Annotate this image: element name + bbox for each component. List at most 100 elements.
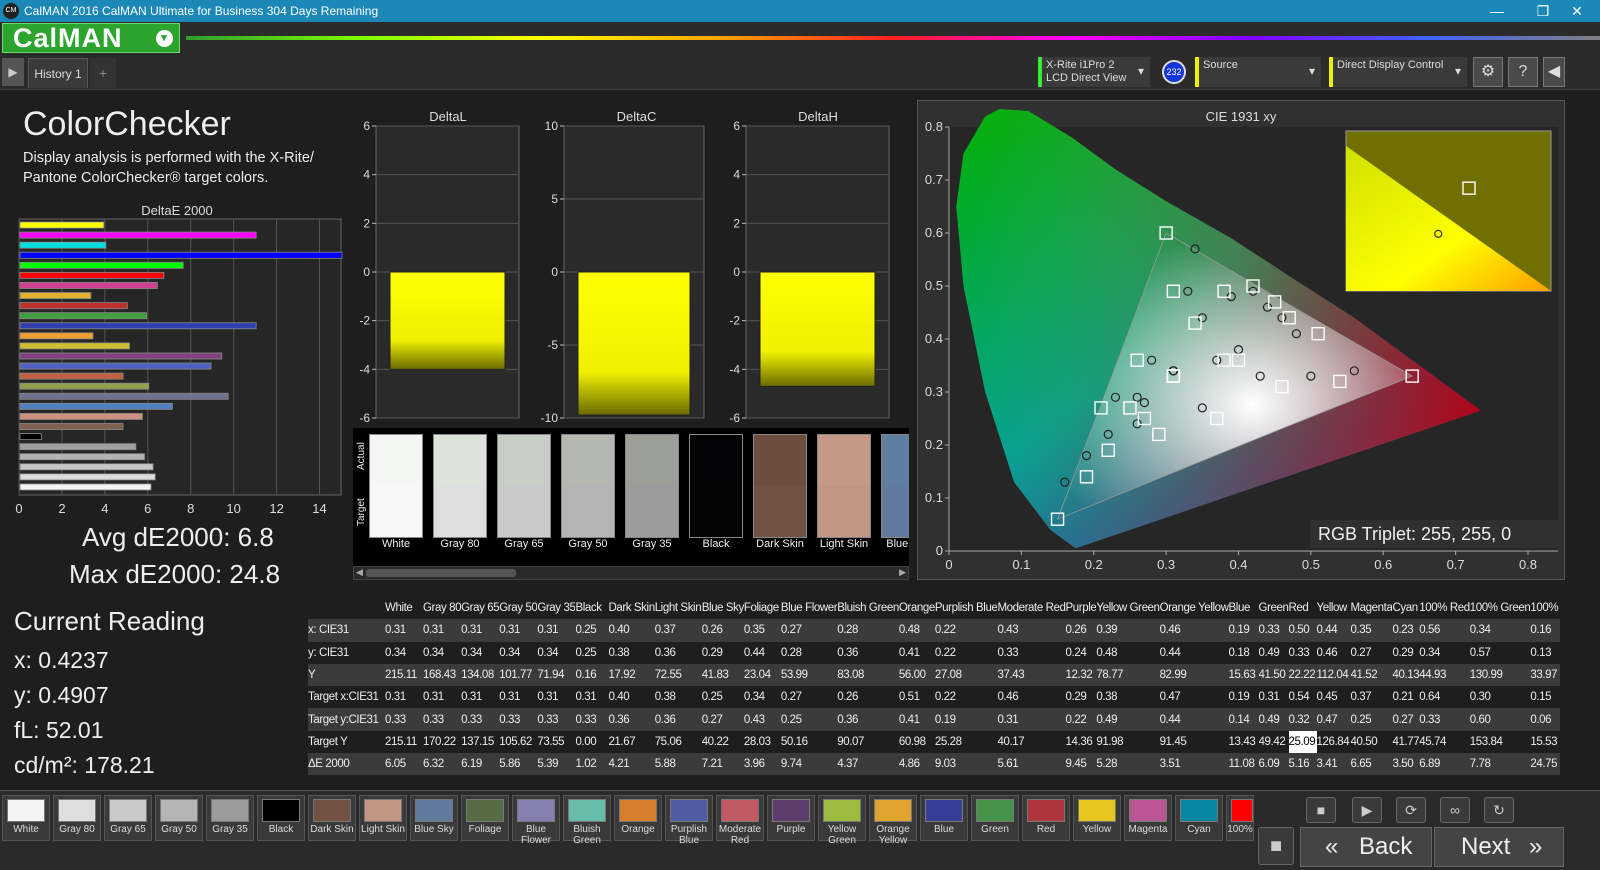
patch-label: Yellow <box>1082 824 1112 835</box>
deltac-chart: 10 5 0 -5 -10 <box>541 119 705 425</box>
source-device-selector[interactable]: Source ▾ <box>1195 57 1321 87</box>
column-header: Magenta <box>1350 597 1393 620</box>
bottom-scrollbar[interactable] <box>0 855 1255 869</box>
deltae-bar <box>19 483 152 491</box>
table-cell: 53.99 <box>780 663 838 687</box>
patch-button[interactable]: Light Skin <box>359 795 407 841</box>
patch-button[interactable]: Foliage <box>461 795 509 841</box>
table-cell: 5.28 <box>1096 753 1160 776</box>
table-cell: 0.56 <box>1419 619 1470 642</box>
source-name: Source <box>1203 59 1238 71</box>
patch-button[interactable]: Cyan <box>1175 795 1223 841</box>
table-cell: 0.31 <box>423 619 462 642</box>
refresh-button[interactable]: ↻ <box>1484 797 1514 823</box>
patch-button[interactable]: Blue Sky <box>410 795 458 841</box>
meter-device-selector[interactable]: X-Rite i1Pro 2 LCD Direct View ▾ <box>1038 57 1150 87</box>
patch-button[interactable]: Dark Skin <box>308 795 356 841</box>
patch-color <box>1231 799 1253 822</box>
tab-history-1[interactable]: History 1 <box>28 58 88 88</box>
patch-button[interactable]: Green <box>971 795 1019 841</box>
swatch-pair <box>497 434 551 538</box>
patch-button[interactable]: Purple <box>767 795 815 841</box>
settings-button[interactable]: ⚙ <box>1473 57 1503 87</box>
window-title: CalMAN 2016 CalMAN Ultimate for Business… <box>24 4 379 18</box>
table-cell: 4.37 <box>837 753 899 776</box>
table-cell: 0.22 <box>934 646 956 659</box>
patch-button[interactable]: Moderate Red <box>716 795 764 846</box>
table-cell: 0.33 <box>1258 619 1289 642</box>
table-cell: 0.06 <box>1530 708 1561 731</box>
play-button[interactable]: ▶ <box>1352 797 1382 823</box>
table-cell: 0.31 <box>461 619 500 642</box>
swatch-scrollbar[interactable]: ◀ ▶ <box>353 566 909 580</box>
table-cell: 0.31 <box>537 619 576 642</box>
table-cell: 0.33 <box>499 708 538 731</box>
deltae-bar <box>19 443 137 451</box>
patch-button[interactable]: White <box>2 795 50 841</box>
table-cell: 27.08 <box>934 663 998 687</box>
table-cell: 0.34 <box>743 691 765 704</box>
table-cell: 0.33 <box>997 646 1019 659</box>
table-cell: 41.77 <box>1392 735 1420 748</box>
patch-button[interactable]: Red <box>1022 795 1070 841</box>
patch-button[interactable]: Magenta <box>1124 795 1172 841</box>
collapse-icon: ◀ <box>1547 63 1561 80</box>
calman-logo-menu[interactable]: CalMAN ▾ <box>2 23 180 53</box>
table-cell: 9.45 <box>1065 753 1097 776</box>
table-row: ΔE 2000 6.05 6.32 6.19 5.86 5.39 1.02 4.21 5.88 7… <box>308 753 1561 776</box>
table-cell: 0.26 <box>1065 619 1097 642</box>
patch-button[interactable]: Gray 35 <box>206 795 254 841</box>
stop-button[interactable]: ■ <box>1306 797 1336 823</box>
y-tick-label: 2 <box>363 216 370 230</box>
add-tab-button[interactable]: + <box>90 58 116 88</box>
table-cell: 9.03 <box>934 753 998 776</box>
back-button[interactable]: « Back <box>1300 827 1432 867</box>
patch-button[interactable]: Gray 65 <box>104 795 152 841</box>
table-cell: 0.25 <box>701 691 723 704</box>
patch-button[interactable]: Gray 50 <box>155 795 203 841</box>
patch-button[interactable]: Yellow <box>1073 795 1121 841</box>
deltae-bar <box>19 362 212 370</box>
table-cell: 7.78 <box>1469 753 1531 776</box>
y-tick-label: 0.4 <box>925 331 943 346</box>
table-cell: 0.24 <box>1065 646 1087 659</box>
minimize-button[interactable]: — <box>1474 0 1520 22</box>
continuous-button[interactable]: ∞ <box>1440 797 1470 823</box>
patch-color <box>874 799 912 822</box>
stop-large-button[interactable]: ■ <box>1258 827 1294 865</box>
table-cell: 0.33 <box>1288 646 1310 659</box>
patch-button[interactable]: Bluish Green <box>563 795 611 846</box>
patch-color <box>823 799 861 822</box>
patch-button[interactable]: Yellow Green <box>818 795 866 846</box>
display-device-selector[interactable]: Direct Display Control ▾ <box>1329 57 1467 87</box>
target-color <box>626 486 678 537</box>
table-cell: 71.94 <box>537 663 576 687</box>
column-header: Yellow <box>1316 597 1351 620</box>
swatch-pair <box>881 434 909 538</box>
patch-button[interactable]: Blue Flower <box>512 795 560 846</box>
column-header: Red <box>1288 597 1317 620</box>
deltae-bar <box>19 372 124 380</box>
actual-color <box>370 435 422 486</box>
patch-button[interactable]: Gray 80 <box>53 795 101 841</box>
table-cell: 75.06 <box>654 735 682 748</box>
x-tick-label: 0.6 <box>1374 557 1392 572</box>
deltae-bar <box>19 261 184 269</box>
patch-button[interactable]: Purplish Blue <box>665 795 713 846</box>
table-cell: 91.45 <box>1159 735 1187 748</box>
next-button[interactable]: Next » <box>1434 827 1564 867</box>
workflow-expand-button[interactable]: ▶ <box>2 58 24 86</box>
table-cell: 40.17 <box>997 735 1025 748</box>
collapse-panel-button[interactable]: ◀ <box>1543 57 1565 87</box>
loop-button[interactable]: ⟳ <box>1396 797 1426 823</box>
patch-button[interactable]: 100% <box>1226 795 1254 841</box>
swatch-label: Gray 50 <box>568 538 608 550</box>
patch-button[interactable]: Black <box>257 795 305 841</box>
patch-button[interactable]: Orange Yellow <box>869 795 917 846</box>
patch-button[interactable]: Blue <box>920 795 968 841</box>
help-button[interactable]: ? <box>1508 57 1538 87</box>
scroll-thumb[interactable] <box>366 569 516 577</box>
close-button[interactable]: ✕ <box>1554 0 1600 22</box>
patch-button[interactable]: Orange <box>614 795 662 841</box>
actual-label: Actual <box>356 442 367 470</box>
